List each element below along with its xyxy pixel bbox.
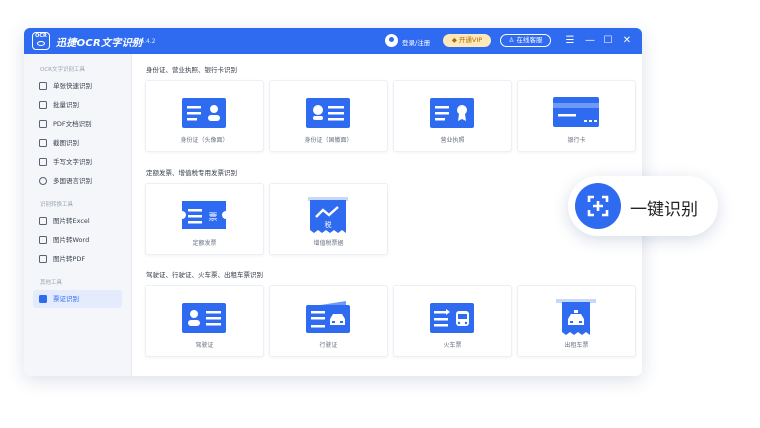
pdf-icon bbox=[39, 120, 47, 128]
avatar[interactable] bbox=[385, 34, 398, 47]
logo-text: OCR bbox=[35, 33, 47, 39]
card-fixed-invoice[interactable]: 票 定额发票 bbox=[145, 183, 264, 255]
card-label: 营业执照 bbox=[440, 137, 465, 144]
login-link[interactable]: 登录/注册 bbox=[402, 37, 430, 47]
sidebar-item-single-scan[interactable]: 单张快速识别 bbox=[33, 77, 122, 95]
id-back-icon bbox=[306, 98, 350, 128]
card-label: 增值税票据 bbox=[313, 240, 344, 247]
card-vehicle-license[interactable]: 行驶证 bbox=[269, 285, 388, 357]
pen-icon bbox=[39, 158, 47, 166]
menu-icon[interactable]: ☰ bbox=[563, 33, 577, 49]
scan-plus-icon bbox=[575, 183, 621, 229]
card-taxi-ticket[interactable]: 出租车票 bbox=[517, 285, 636, 357]
card-label: 身份证（国徽面） bbox=[304, 137, 353, 144]
vip-button[interactable]: ◆ 开通VIP bbox=[443, 34, 491, 47]
vehicle-license-icon bbox=[306, 301, 350, 333]
card-id-front[interactable]: 身份证（头像面） bbox=[145, 80, 264, 152]
card-label: 出租车票 bbox=[564, 342, 589, 349]
group-title: 驾驶证、行驶证、火车票、出租车票识别 bbox=[146, 271, 263, 279]
card-label: 定额发票 bbox=[192, 240, 217, 247]
minimize-icon[interactable]: — bbox=[583, 33, 597, 49]
card-id-back[interactable]: 身份证（国徽面） bbox=[269, 80, 388, 152]
card-label: 身份证（头像面） bbox=[180, 137, 229, 144]
fixed-invoice-icon: 票 bbox=[182, 201, 226, 229]
app-window: OCR 迅捷OCR文字识别 v8.6.4.2 登录/注册 ◆ 开通VIP ♙ 在… bbox=[24, 28, 642, 376]
taxi-ticket-icon bbox=[556, 299, 596, 335]
card-driver-license[interactable]: 驾驶证 bbox=[145, 285, 264, 357]
globe-icon bbox=[39, 177, 47, 185]
license-icon bbox=[430, 98, 474, 128]
sidebar: OCR文字识别工具 单张快速识别 批量识别 PDF文档识别 截图识别 手写文字识… bbox=[24, 54, 132, 376]
sidebar-section-title: OCR文字识别工具 bbox=[40, 67, 85, 73]
vat-invoice-icon: 税 bbox=[308, 197, 348, 233]
group-title: 身份证、营业执照、银行卡识别 bbox=[146, 66, 237, 74]
sidebar-item-pdf[interactable]: PDF文档识别 bbox=[33, 115, 122, 133]
word-icon bbox=[39, 236, 47, 244]
sidebar-section-title: 其他工具 bbox=[40, 280, 63, 286]
app-logo: OCR bbox=[32, 32, 50, 50]
sidebar-item-handwriting[interactable]: 手写文字识别 bbox=[33, 153, 122, 171]
card-vat-invoice[interactable]: 税 增值税票据 bbox=[269, 183, 388, 255]
card-label: 银行卡 bbox=[567, 137, 586, 144]
crop-icon bbox=[39, 139, 47, 147]
sidebar-item-word[interactable]: 图片转Word bbox=[33, 231, 122, 249]
vip-label: 开通VIP bbox=[458, 36, 483, 44]
sidebar-item-multilang[interactable]: 多国语言识别 bbox=[33, 172, 122, 190]
driver-license-icon bbox=[182, 303, 226, 333]
card-label: 行驶证 bbox=[319, 342, 338, 349]
app-version: v8.6.4.2 bbox=[131, 38, 156, 45]
invoice-glyph: 票 bbox=[208, 212, 217, 223]
excel-icon bbox=[39, 217, 47, 225]
card-bank-card[interactable]: 银行卡 bbox=[517, 80, 636, 152]
maximize-icon[interactable]: ☐ bbox=[601, 33, 615, 49]
one-click-recognize-button[interactable]: 一键识别 bbox=[568, 176, 718, 236]
group-title: 定额发票、增值税专用发票识别 bbox=[146, 169, 237, 177]
diamond-icon: ◆ bbox=[451, 36, 459, 44]
stack-icon bbox=[39, 101, 47, 109]
tax-glyph: 税 bbox=[325, 220, 332, 229]
sidebar-item-screenshot[interactable]: 截图识别 bbox=[33, 134, 122, 152]
train-ticket-icon bbox=[430, 303, 474, 333]
close-icon[interactable]: ✕ bbox=[620, 33, 634, 49]
sidebar-item-ticket[interactable]: 票证识别 bbox=[33, 290, 122, 308]
title-bar: OCR 迅捷OCR文字识别 v8.6.4.2 登录/注册 ◆ 开通VIP ♙ 在… bbox=[24, 28, 642, 54]
service-label: 在线客服 bbox=[516, 36, 543, 44]
bankcard-icon bbox=[553, 97, 599, 127]
sidebar-item-topdf[interactable]: 图片转PDF bbox=[33, 250, 122, 268]
app-title: 迅捷OCR文字识别 bbox=[56, 38, 143, 49]
sidebar-item-excel[interactable]: 图片转Excel bbox=[33, 212, 122, 230]
pdf-icon bbox=[39, 255, 47, 263]
sidebar-item-batch[interactable]: 批量识别 bbox=[33, 96, 122, 114]
sidebar-section-title: 识别转换工具 bbox=[40, 202, 74, 208]
main-content: 身份证、营业执照、银行卡识别 身份证（头像面） 身份证（国徽面） 营业执照 银行… bbox=[132, 54, 642, 376]
customer-service-button[interactable]: ♙ 在线客服 bbox=[500, 34, 551, 47]
ticket-icon bbox=[39, 295, 47, 303]
card-label: 火车票 bbox=[443, 342, 462, 349]
one-click-recognize-label: 一键识别 bbox=[630, 200, 698, 220]
card-label: 驾驶证 bbox=[195, 342, 214, 349]
card-train-ticket[interactable]: 火车票 bbox=[393, 285, 512, 357]
card-business-license[interactable]: 营业执照 bbox=[393, 80, 512, 152]
id-front-icon bbox=[182, 98, 226, 128]
scan-icon bbox=[39, 82, 47, 90]
